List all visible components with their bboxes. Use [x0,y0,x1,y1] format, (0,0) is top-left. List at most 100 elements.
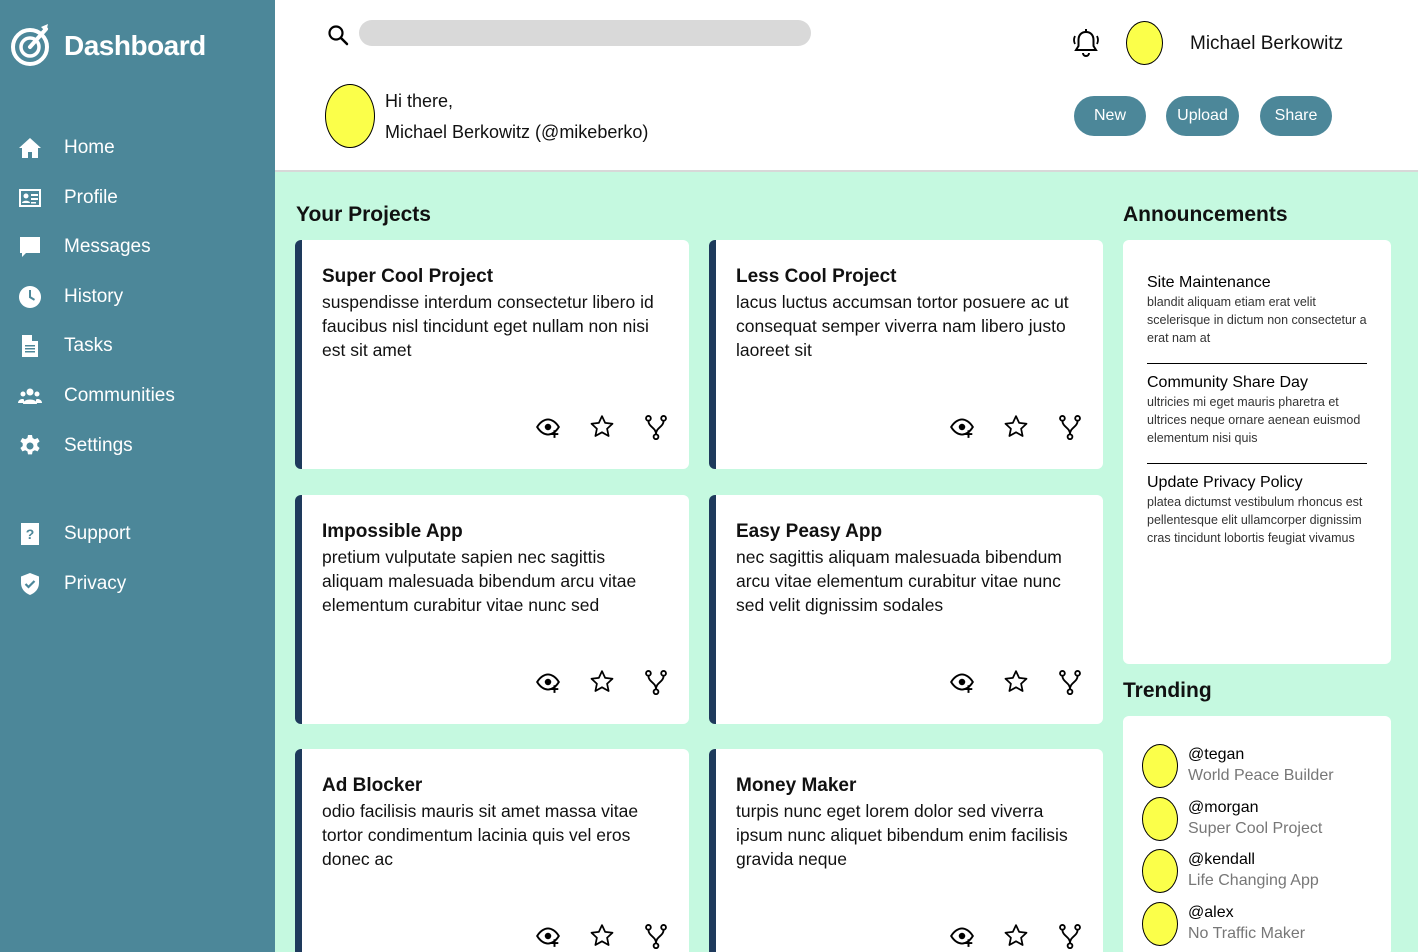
trending-avatar [1142,849,1178,894]
project-card[interactable]: Ad Blocker odio facilisis mauris sit amet… [295,749,689,952]
trending-panel: @tegan World Peace Builder @morgan Super… [1123,716,1391,952]
people-icon [18,388,42,404]
announcement-body: blandit aliquam etiam erat velit sceleri… [1147,295,1367,345]
project-description: lacus luctus accumsan tortor posuere ac … [736,292,1069,360]
fork-icon[interactable] [643,923,669,949]
sidebar-item-label: History [64,285,124,307]
upload-button[interactable]: Upload [1166,96,1239,136]
trending-handle[interactable]: @tegan [1188,746,1334,764]
project-title: Easy Peasy App [736,521,883,542]
share-button[interactable]: Share [1260,96,1332,136]
trending-avatar [1142,902,1178,947]
sidebar-item-label: Profile [64,186,118,208]
fork-icon[interactable] [1057,923,1083,949]
search-icon[interactable] [327,24,349,46]
trending-project: Life Changing App [1188,872,1319,890]
project-title: Ad Blocker [322,775,423,796]
trending-avatar [1142,744,1178,788]
sidebar-item-tasks[interactable]: Tasks [18,334,268,358]
project-description: suspendisse interdum consectetur libero … [322,292,654,360]
star-icon[interactable] [1003,923,1029,949]
sidebar-item-history[interactable]: History [18,285,268,309]
sidebar-item-label: Privacy [64,572,127,594]
header: Michael Berkowitz Hi there, Michael Berk… [275,0,1418,172]
fork-icon[interactable] [1057,669,1083,695]
greeting-text: Hi there, [385,91,454,111]
brand[interactable]: Dashboard [10,20,206,72]
sidebar-item-profile[interactable]: Profile [18,186,268,210]
project-card[interactable]: Money Maker turpis nunc eget lorem dolor … [709,749,1103,952]
project-actions [921,414,1083,440]
sidebar-item-messages[interactable]: Messages [18,235,268,259]
trending-handle[interactable]: @kendall [1188,851,1319,869]
sidebar-item-home[interactable]: Home [18,136,268,160]
trending-avatar [1142,796,1178,841]
project-card[interactable]: Impossible App pretium vulputate sapien n… [295,495,689,724]
home-icon [19,138,41,158]
sidebar-item-settings[interactable]: Settings [18,434,268,458]
trending-project: World Peace Builder [1188,767,1334,784]
star-icon[interactable] [1003,414,1029,440]
profile-card-icon [19,188,41,207]
project-card[interactable]: Less Cool Project lacus luctus accumsan t… [709,240,1103,469]
sidebar-nav-secondary: ? Support Privacy [18,522,268,621]
fork-icon[interactable] [1057,414,1083,440]
greeting-avatar [325,84,375,148]
new-button[interactable]: New [1074,96,1146,136]
sidebar-item-label: Settings [64,434,133,456]
header-user-name[interactable]: Michael Berkowitz [1190,33,1343,55]
project-actions [507,414,669,440]
project-card[interactable]: Super Cool Project suspendisse interdum c… [295,240,689,469]
sidebar-item-label: Communities [64,384,175,406]
clock-icon [19,285,42,308]
watch-icon[interactable] [535,669,561,695]
star-icon[interactable] [589,923,615,949]
announcement-title: Site Maintenance [1147,274,1271,291]
sidebar: Dashboard Home Profile Messages History … [0,0,275,952]
message-icon [20,237,40,258]
trending-project: No Traffic Maker [1188,925,1306,943]
project-description: pretium vulputate sapien nec sagittis al… [322,547,637,615]
announcements-title: Announcements [1123,203,1288,226]
announcement-body: ultricies mi eget mauris pharetra et ult… [1147,395,1361,445]
trending-item[interactable]: @morgan Super Cool Project [1142,796,1391,850]
gear-icon [20,434,40,454]
svg-text:?: ? [26,526,35,542]
star-icon[interactable] [589,414,615,440]
shield-check-icon [21,572,39,595]
project-card[interactable]: Easy Peasy App nec sagittis aliquam males… [709,495,1103,724]
project-actions [921,669,1083,695]
announcement-item[interactable]: Community Share Day ultricies mi eget ma… [1147,374,1367,464]
fork-icon[interactable] [643,669,669,695]
project-title: Money Maker [736,775,857,796]
trending-handle[interactable]: @morgan [1188,799,1322,817]
announcement-item[interactable]: Site Maintenance blandit aliquam etiam e… [1147,274,1367,364]
trending-item[interactable]: @alex No Traffic Maker [1142,902,1391,952]
project-description: turpis nunc eget lorem dolor sed viverra… [736,801,1068,869]
sidebar-item-privacy[interactable]: Privacy [18,572,268,596]
document-icon [22,335,38,358]
fork-icon[interactable] [643,414,669,440]
project-title: Impossible App [322,521,463,542]
watch-icon[interactable] [949,669,975,695]
sidebar-nav-main: Home Profile Messages History Tasks Comm… [18,136,268,483]
sidebar-item-label: Messages [64,236,151,258]
trending-item[interactable]: @tegan World Peace Builder [1142,744,1391,797]
trending-item[interactable]: @kendall Life Changing App [1142,849,1391,902]
bell-icon[interactable] [1072,28,1100,58]
user-avatar[interactable] [1126,21,1163,65]
watch-icon[interactable] [949,923,975,949]
sidebar-item-communities[interactable]: Communities [18,384,268,408]
star-icon[interactable] [1003,669,1029,695]
trending-handle[interactable]: @alex [1188,904,1305,922]
star-icon[interactable] [589,669,615,695]
search-input[interactable] [359,20,811,46]
announcement-item[interactable]: Update Privacy Policy platea dictumst ve… [1147,474,1367,563]
announcements-panel: Site Maintenance blandit aliquam etiam e… [1123,240,1391,664]
sidebar-item-support[interactable]: ? Support [18,522,268,546]
sidebar-item-label: Tasks [64,335,113,357]
announcement-body: platea dictumst vestibulum rhoncus est p… [1147,495,1363,545]
watch-icon[interactable] [949,414,975,440]
watch-icon[interactable] [535,414,561,440]
watch-icon[interactable] [535,923,561,949]
